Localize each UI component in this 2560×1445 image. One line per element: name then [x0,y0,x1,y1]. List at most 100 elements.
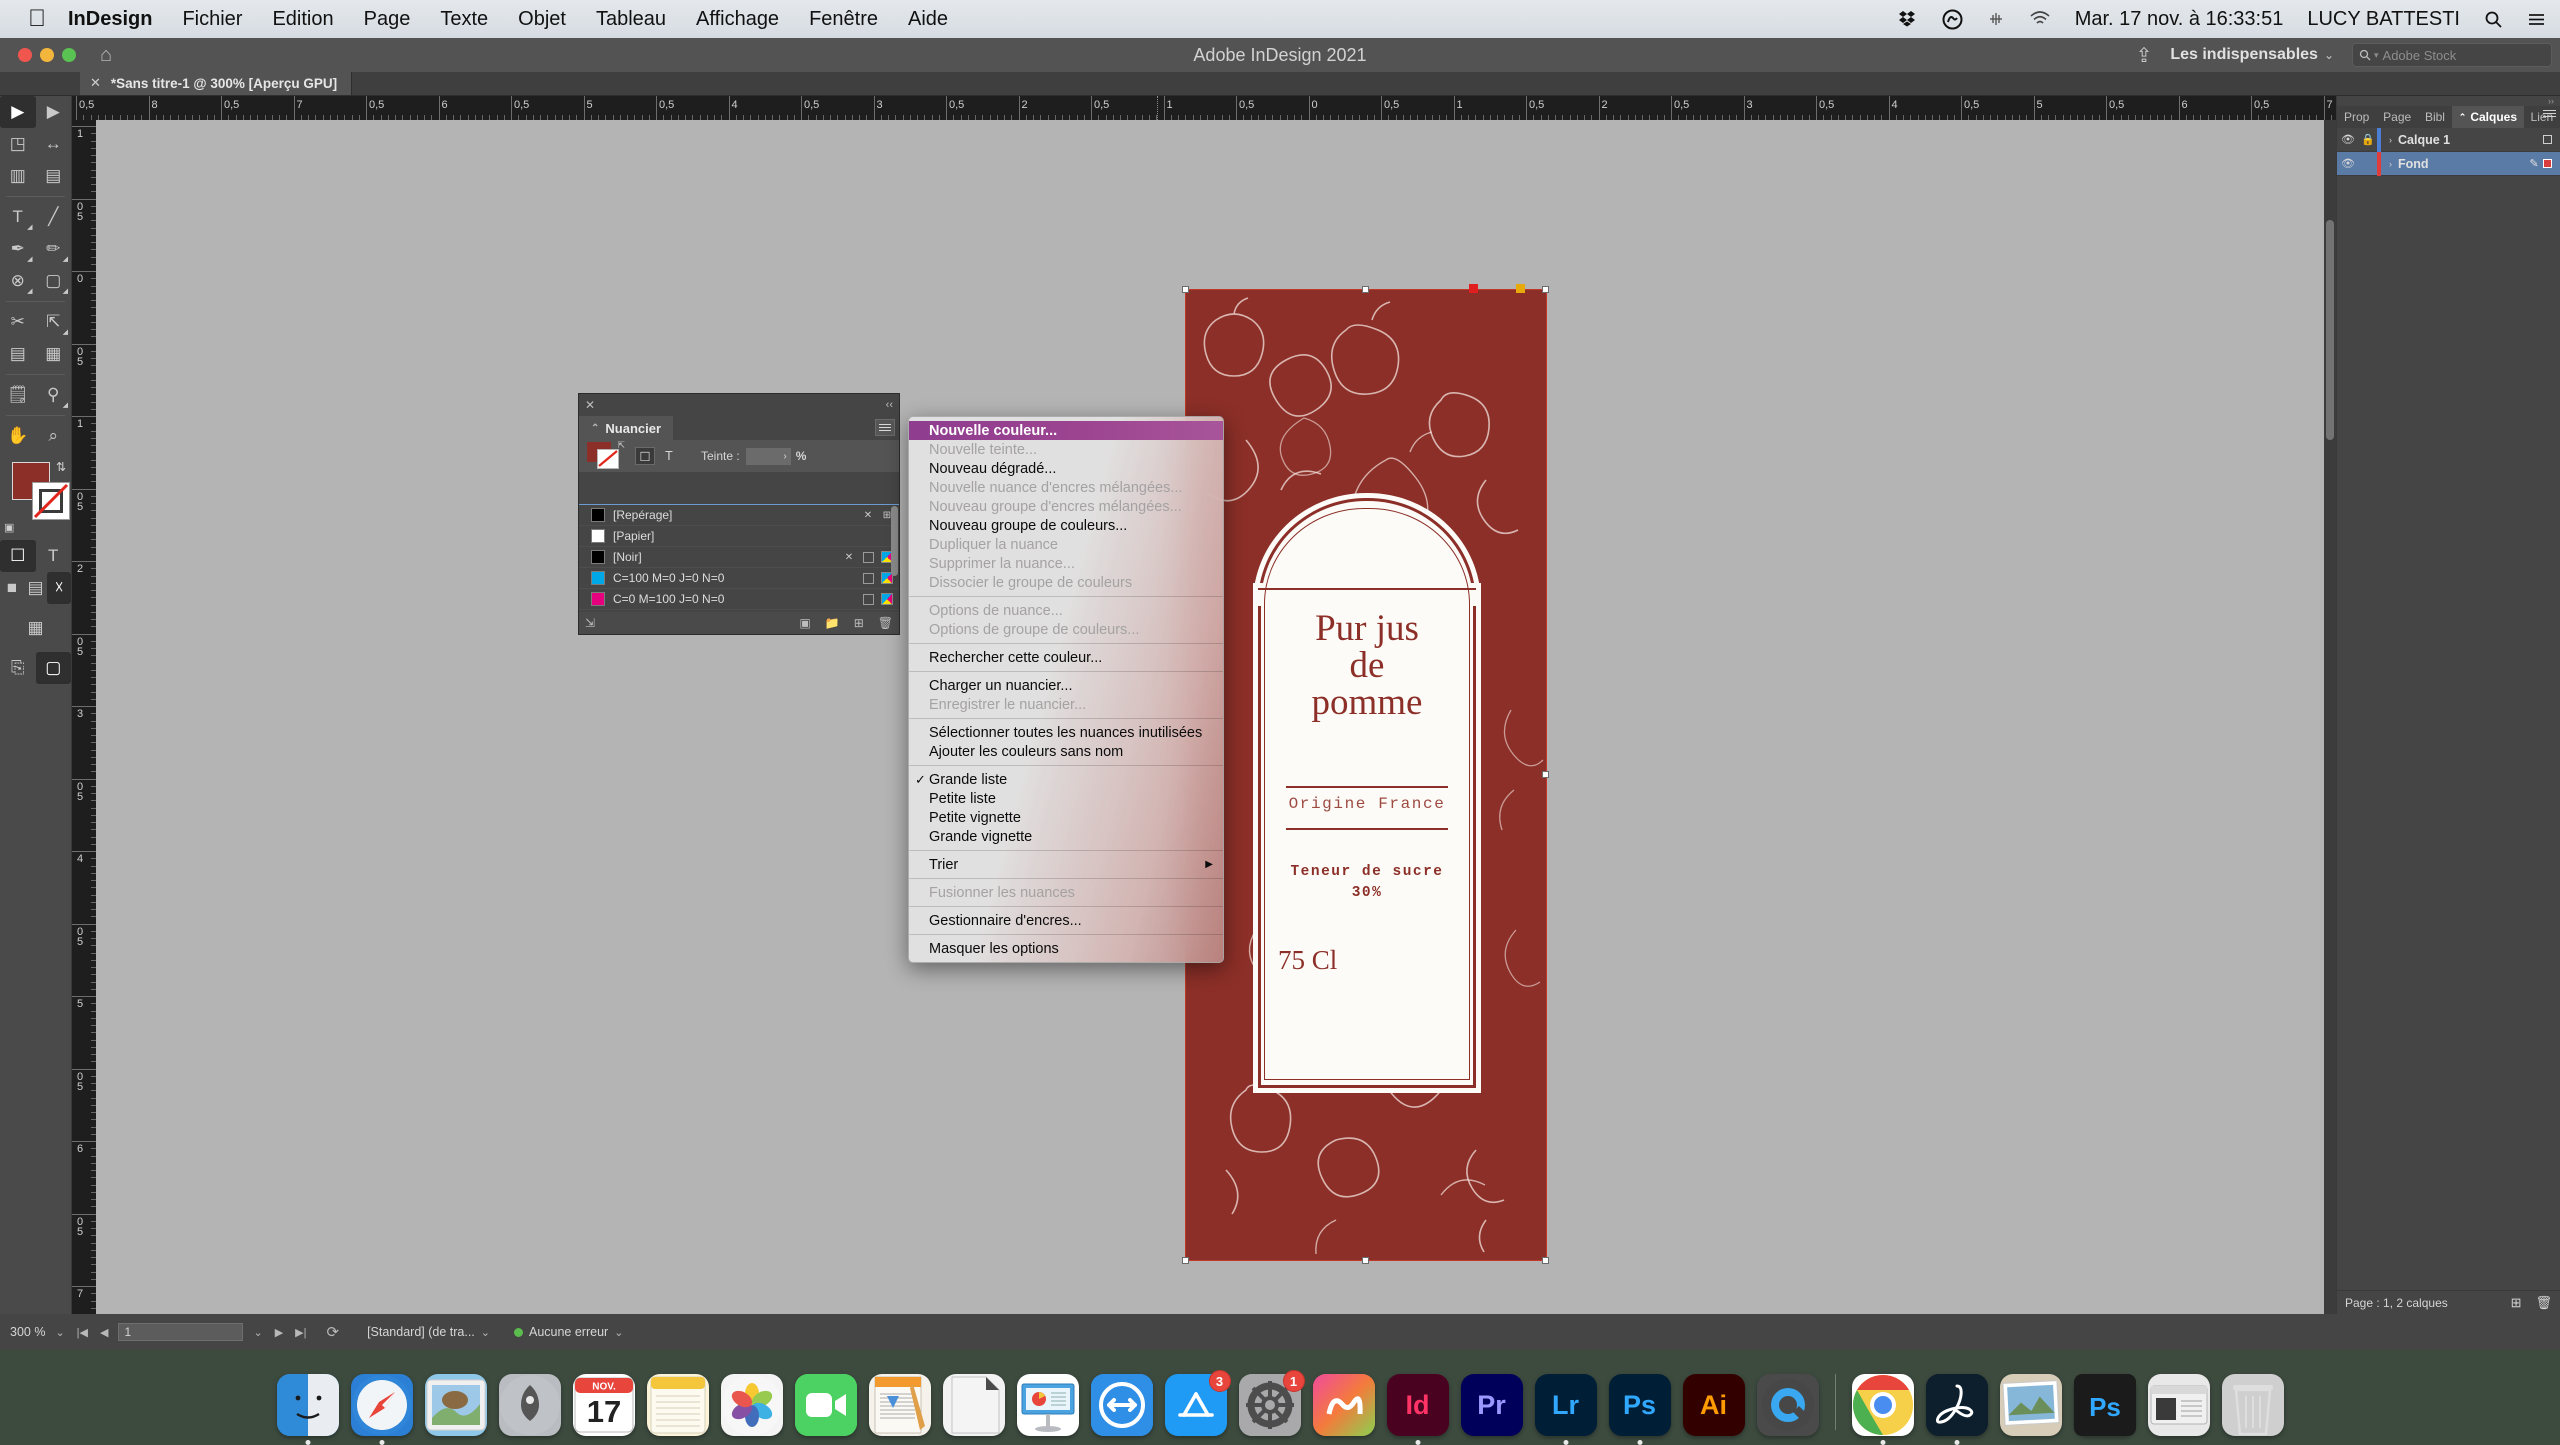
rectangle-tool[interactable]: ▢◢ [36,265,72,297]
swap-fill-stroke-icon[interactable]: ⇅ [56,460,66,474]
preflight-errors[interactable]: Aucune erreur [529,1325,608,1339]
selection-handle-bc[interactable] [1362,1257,1369,1264]
apply-gradient-icon[interactable]: ▤ [24,572,48,604]
chevron-right-icon[interactable]: › [2389,135,2392,145]
panel-tab-page[interactable]: Page [2376,106,2418,128]
history-icon[interactable]: ⟳ [326,1323,339,1341]
content-placer-tool[interactable]: ▤ [36,160,72,192]
tool-flyout-icon[interactable]: ◢ [63,401,68,409]
tool-flyout-icon[interactable]: ◢ [63,255,68,263]
content-grabber-yellow-marker[interactable] [1516,284,1525,293]
formatting-affects-container-icon[interactable]: ☐ [635,447,655,465]
creative-cloud-icon[interactable] [1942,9,1963,30]
eye-icon[interactable]: 👁 [2337,157,2359,170]
selection-handle-mr[interactable] [1542,771,1549,778]
swatch-kind-icon[interactable]: ▣ [799,616,810,630]
swatch-color-chip[interactable] [591,529,605,543]
dock-item-mail[interactable] [425,1374,487,1436]
horizontal-ruler[interactable]: 0,580,570,560,550,540,530,520,510,500,51… [72,96,2336,120]
eyedropper-tool[interactable]: ⚲◢ [36,379,72,411]
default-colors-icon[interactable]: ▣ [4,521,14,534]
formatting-affects-text-icon[interactable]: T [659,447,679,465]
tool-flyout-icon[interactable]: ◢ [27,223,32,231]
siri-icon[interactable] [1987,10,2005,28]
swatch-color-chip[interactable] [591,592,605,606]
context-menu-item[interactable]: Nouvelle couleur... [909,421,1223,440]
vertical-ruler[interactable]: 1050051052053054055056057050 [72,120,96,1314]
formatting-affects-container-icon[interactable]: ☐ [0,540,36,572]
preview-mode-icon[interactable]: ▢ [36,652,72,684]
dock-item-photoshop[interactable]: Ps [1609,1374,1671,1436]
context-menu-item[interactable]: Rechercher cette couleur... [909,648,1223,667]
first-page-button[interactable]: |◀ [77,1326,88,1339]
dock-item-indesign[interactable]: Id [1387,1374,1449,1436]
line-tool[interactable]: ╱ [36,201,72,233]
layer-target-indicator[interactable] [2543,159,2552,168]
layer-target-indicator[interactable] [2543,135,2552,144]
dock-item-safari[interactable] [351,1374,413,1436]
note-tool[interactable]: 🗒 [0,379,36,411]
dock-item-notes[interactable] [647,1374,709,1436]
preflight-dropdown-icon[interactable]: ⌄ [481,1326,490,1339]
dock-item-textedit[interactable] [943,1374,1005,1436]
dropbox-icon[interactable] [1898,9,1918,29]
pencil-tool[interactable]: ✏◢ [36,233,72,265]
layer-row[interactable]: 👁🔒›Calque 1 [2337,128,2560,152]
dock-item-trash[interactable] [2222,1374,2284,1436]
show-swatch-kinds-icon[interactable]: ⇲ [585,616,595,630]
dock-item-teamviewer[interactable] [1091,1374,1153,1436]
maximize-window-button[interactable] [62,48,76,62]
context-menu-item[interactable]: Nouveau dégradé... [909,459,1223,478]
preflight-profile[interactable]: [Standard] (de tra... [367,1325,475,1339]
panel-menu-icon[interactable] [875,419,895,436]
fill-stroke-controls[interactable]: ⇅ ▣ [0,458,72,536]
scrollbar-thumb[interactable] [2326,220,2334,440]
panel-menu-icon[interactable] [2543,110,2556,117]
context-menu-item[interactable]: Petite vignette [909,808,1223,827]
swatch-row[interactable]: C=0 M=100 J=0 N=0 [579,589,899,610]
free-transform-tool[interactable]: ⇱◢ [36,306,72,338]
menubar-item-aide[interactable]: Aide [908,8,948,31]
dock-item-illustrator[interactable]: Ai [1683,1374,1745,1436]
new-swatch-icon[interactable]: ⊞ [854,616,864,630]
screen-mode-icon[interactable]: ⎘ [0,652,36,684]
dock-item-keynote[interactable] [1017,1374,1079,1436]
errors-dropdown-icon[interactable]: ⌄ [614,1326,623,1339]
tab-nuancier[interactable]: ⌃ Nuancier [579,416,673,440]
dock-item-app-store[interactable]: 3 [1165,1374,1227,1436]
panel-tab-bibl[interactable]: Bibl [2418,106,2452,128]
selection-handle-bl[interactable] [1182,1257,1189,1264]
swatch-color-chip[interactable] [591,550,605,564]
fill-stroke-proxy[interactable]: ⇱ [587,442,625,470]
menubar-datetime[interactable]: Mar. 17 nov. à 16:33:51 [2075,8,2284,31]
formatting-affects-text-icon[interactable]: T [36,540,72,572]
spotlight-search-icon[interactable] [2484,10,2503,29]
dock-item-quicktime[interactable] [1757,1374,1819,1436]
menubar-item-fenetre[interactable]: Fenêtre [809,8,878,31]
previous-page-button[interactable]: ◀ [100,1326,108,1339]
canvas-vertical-scrollbar[interactable] [2324,120,2336,1314]
panel-tab-prop[interactable]: Prop [2337,106,2376,128]
window-controls[interactable] [10,48,76,62]
layers-list[interactable]: 👁🔒›Calque 1👁›Fond✎ [2337,128,2560,176]
context-menu-item[interactable]: Grande vignette [909,827,1223,846]
scissors-tool[interactable]: ✂ [0,306,36,338]
selection-tool[interactable]: ▶ [0,96,36,128]
panel-tab-calques[interactable]: ⌃Calques [2452,106,2524,128]
collapse-icon[interactable]: ‹‹ [886,399,893,411]
close-window-button[interactable] [18,48,32,62]
new-color-group-icon[interactable]: 📁 [825,616,840,630]
content-grabber-red-marker[interactable] [1469,284,1478,293]
context-menu-item[interactable]: Ajouter les couleurs sans nom [909,742,1223,761]
dock-item-facetime[interactable] [795,1374,857,1436]
workspace-name[interactable]: Les indispensables [2170,46,2318,64]
artboard-label-artwork[interactable]: Pur jus de pomme Origine France Teneur d… [1186,290,1546,1260]
dock-item-photos[interactable] [721,1374,783,1436]
context-menu-item[interactable]: Gestionnaire d'encres... [909,911,1223,930]
gradient-swatch-tool[interactable]: ▤ [0,338,36,370]
dock-item-calendar[interactable]: NOV.17 [573,1374,635,1436]
context-menu-item[interactable]: Nouveau groupe de couleurs... [909,516,1223,535]
adobe-stock-search[interactable]: ▾ Adobe Stock [2352,43,2552,67]
dock-item-chrome[interactable] [1852,1374,1914,1436]
swatch-color-chip[interactable] [591,508,605,522]
